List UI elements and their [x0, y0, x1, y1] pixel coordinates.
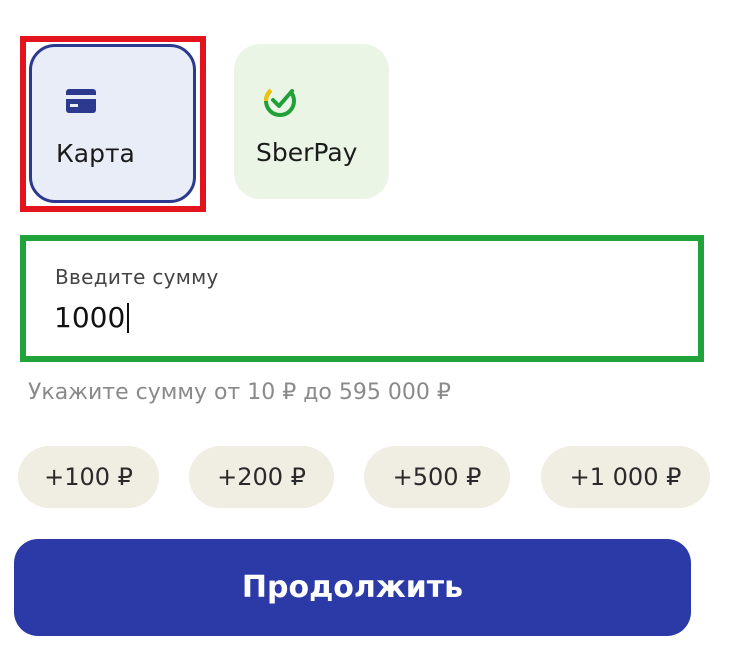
- amount-range-hint: Укажите сумму от 10 ₽ до 595 000 ₽: [28, 380, 451, 405]
- amount-input-value: 1000: [54, 301, 126, 334]
- quick-add-500-button[interactable]: +500 ₽: [364, 446, 510, 508]
- payment-method-sberpay[interactable]: SberPay: [234, 44, 389, 199]
- amount-input-label: Введите сумму: [55, 265, 219, 289]
- quick-add-100-button[interactable]: +100 ₽: [18, 446, 159, 508]
- continue-button[interactable]: Продолжить: [14, 539, 691, 636]
- text-caret: [127, 302, 130, 333]
- quick-add-1000-button[interactable]: +1 000 ₽: [541, 446, 710, 508]
- amount-input[interactable]: Введите сумму 1000: [30, 245, 693, 352]
- payment-method-card[interactable]: Карта: [29, 44, 196, 203]
- amount-input-value-wrap[interactable]: 1000: [54, 301, 130, 334]
- sberpay-logo-icon: [262, 83, 298, 123]
- quick-add-200-button[interactable]: +200 ₽: [189, 446, 334, 508]
- credit-card-icon: [66, 89, 96, 117]
- payment-method-sberpay-label: SberPay: [256, 138, 358, 167]
- payment-method-card-label: Карта: [56, 139, 135, 168]
